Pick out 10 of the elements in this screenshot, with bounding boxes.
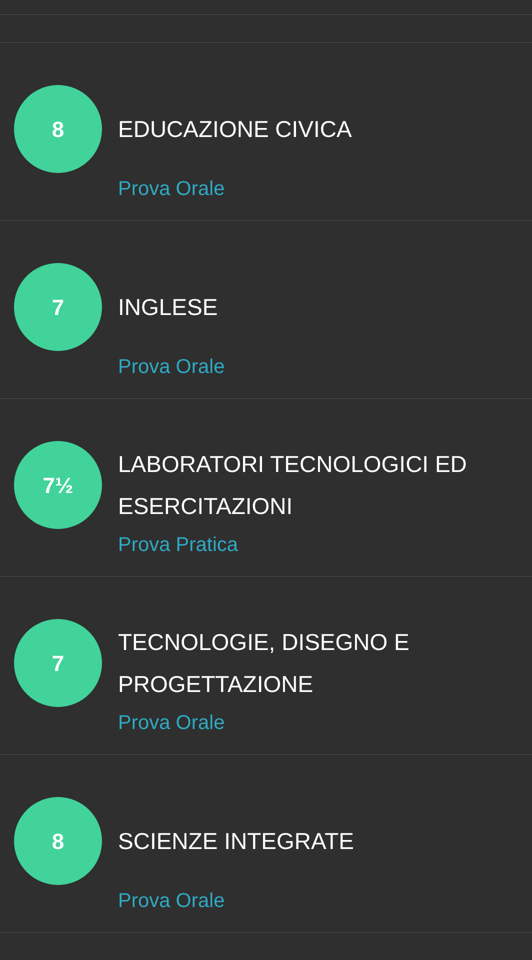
test-type: Prova Orale xyxy=(118,711,225,736)
subject-name: INGLESE xyxy=(118,293,218,322)
test-type: Prova Orale xyxy=(118,889,225,914)
subject-name: TECNOLOGIE, DISEGNO E PROGETTAZIONE xyxy=(118,628,410,699)
test-type: Prova Orale xyxy=(118,355,225,380)
subject-name: EDUCAZIONE CIVICA xyxy=(118,115,352,144)
subject-name: SCIENZE INTEGRATE xyxy=(118,827,354,856)
subject-name: LABORATORI TECNOLOGICI ED ESERCITAZIONI xyxy=(118,450,468,521)
test-type: Prova Pratica xyxy=(118,533,238,558)
test-type: Prova Orale xyxy=(118,177,225,202)
